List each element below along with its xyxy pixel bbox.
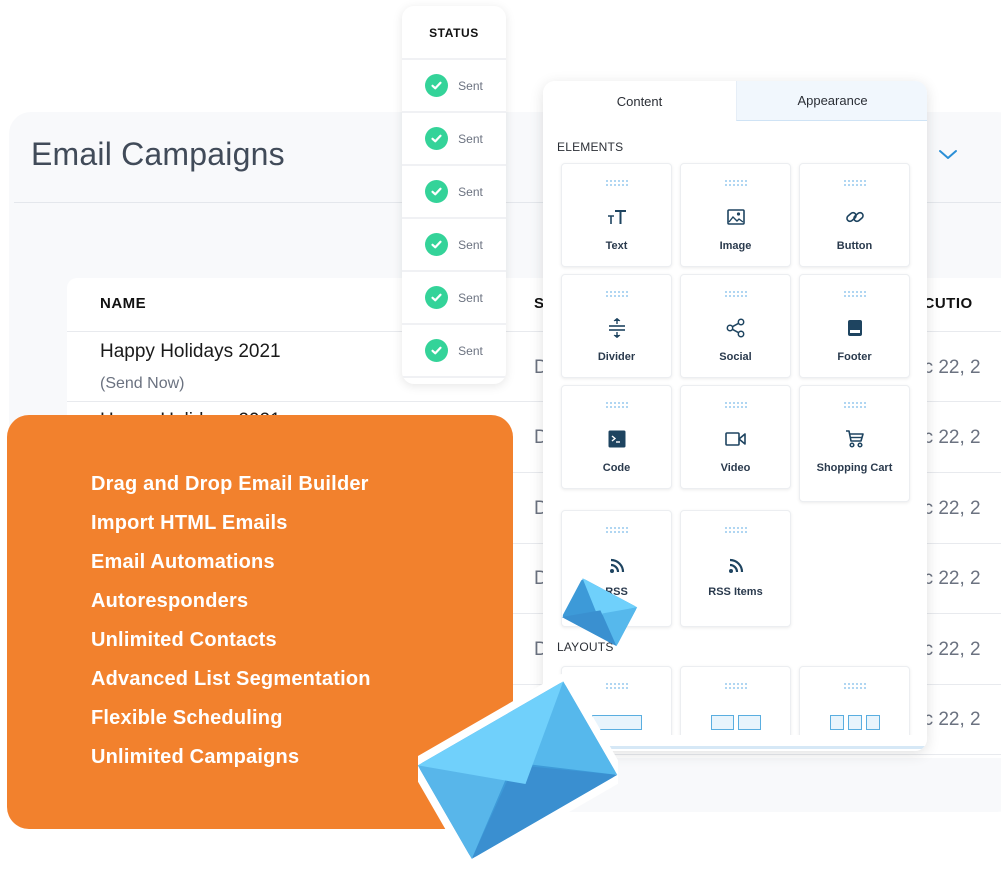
campaign-subtitle: (Send Now) [100,375,185,392]
element-tile-button[interactable]: Button [799,163,910,267]
column-header-name[interactable]: NAME [100,295,146,312]
chevron-down-icon[interactable] [936,144,960,164]
drag-handle-icon[interactable] [843,179,867,187]
status-label: Sent [458,184,483,199]
elements-section-label: ELEMENTS [557,140,624,154]
element-tile-shopping-cart[interactable]: Shopping Cart [799,385,910,502]
image-icon [681,206,790,228]
status-label: Sent [458,237,483,252]
status-item: Sent [402,164,506,217]
three-column-layout-icon [800,711,909,733]
drag-handle-icon[interactable] [724,290,748,298]
element-label: Video [720,462,751,474]
video-icon [681,428,790,450]
footer-icon [800,317,909,339]
element-label: RSS Items [708,586,763,598]
rss-icon [681,555,790,577]
text-size-icon [562,206,671,228]
drag-handle-icon[interactable] [605,526,629,534]
two-column-layout-icon [681,711,790,733]
status-label: Sent [458,290,483,305]
check-circle-icon [425,180,449,203]
feature-item: Import HTML Emails [91,512,288,534]
feature-item: Unlimited Contacts [91,629,277,651]
divider-icon [562,317,671,339]
builder-tabs: Content Appearance [543,81,927,121]
drag-handle-icon[interactable] [605,179,629,187]
element-tile-social[interactable]: Social [680,274,791,378]
drag-handle-icon[interactable] [843,682,867,690]
element-tile-divider[interactable]: Divider [561,274,672,378]
feature-item: Autoresponders [91,590,249,612]
feature-item: Unlimited Campaigns [91,746,300,768]
drag-handle-icon[interactable] [843,290,867,298]
status-item: Sent [402,270,506,323]
status-label: Sent [458,343,483,358]
check-circle-icon [425,74,449,97]
element-label: Social [719,351,752,363]
element-label: Text [605,240,628,252]
drag-handle-icon[interactable] [724,682,748,690]
campaign-name[interactable]: Happy Holidays 2021 [100,341,281,363]
tab-content[interactable]: Content [543,81,736,121]
status-item: Sent [402,58,506,111]
status-item: Sent [402,111,506,164]
check-circle-icon [425,286,449,309]
drag-handle-icon[interactable] [843,401,867,409]
feature-item: Advanced List Segmentation [91,668,371,690]
tab-appearance[interactable]: Appearance [736,81,927,121]
share-icon [681,317,790,339]
status-label: Sent [458,78,483,93]
feature-item: Flexible Scheduling [91,707,283,729]
status-label: Sent [458,131,483,146]
element-tile-code[interactable]: Code [561,385,672,489]
element-label: Divider [597,351,636,363]
feature-item: Email Automations [91,551,275,573]
check-circle-icon [425,127,449,150]
status-item: Sent [402,217,506,270]
element-tile-video[interactable]: Video [680,385,791,489]
element-label: Button [836,240,873,252]
element-label: Shopping Cart [816,462,893,474]
envelope-icon [410,666,625,876]
status-item: Sent [402,323,506,376]
page-title: Email Campaigns [31,136,285,172]
element-tile-rss-items[interactable]: RSS Items [680,510,791,627]
status-header[interactable]: STATUS [402,6,506,58]
check-circle-icon [425,339,449,362]
drag-handle-icon[interactable] [605,290,629,298]
element-label: Footer [837,351,872,363]
terminal-icon [562,428,671,450]
element-label: Code [602,462,631,474]
element-tile-footer[interactable]: Footer [799,274,910,378]
element-tile-text[interactable]: Text [561,163,672,267]
feature-item: Drag and Drop Email Builder [91,473,369,495]
cart-icon [800,428,909,450]
drag-handle-icon[interactable] [724,526,748,534]
drag-handle-icon[interactable] [724,401,748,409]
drag-handle-icon[interactable] [605,401,629,409]
envelope-icon [558,568,640,658]
features-list: Drag and Drop Email Builder Import HTML … [91,471,371,783]
link-icon [800,206,909,228]
element-tile-image[interactable]: Image [680,163,791,267]
element-label: Image [719,240,752,252]
drag-handle-icon[interactable] [724,179,748,187]
check-circle-icon [425,233,449,256]
status-item-partial [402,376,506,384]
status-column-card: STATUS Sent Sent Sent Sent Sent Sent [402,6,506,384]
